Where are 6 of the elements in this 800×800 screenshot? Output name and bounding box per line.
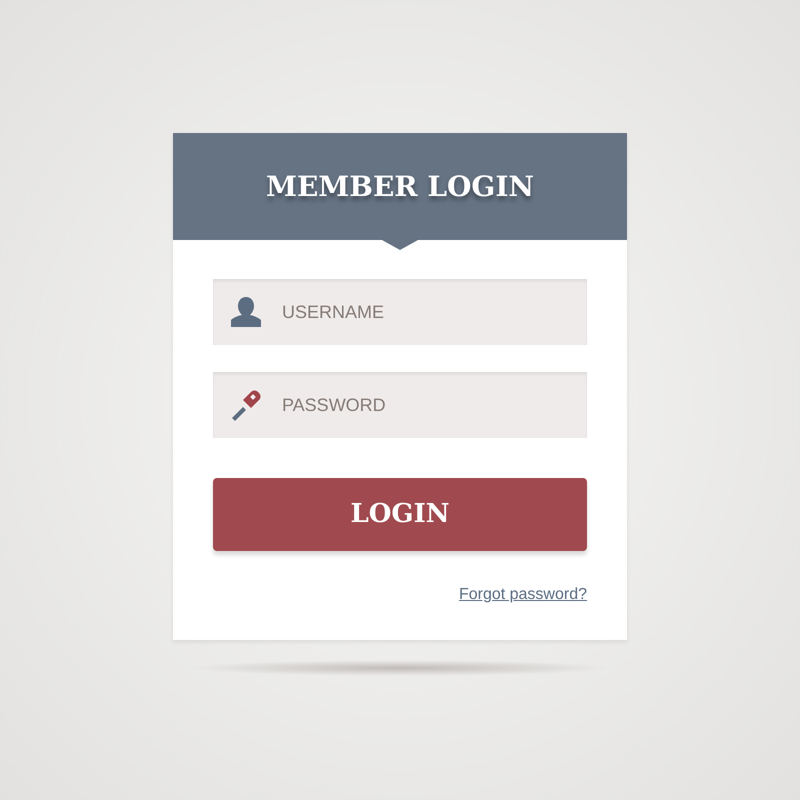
person-icon [229,295,263,329]
forgot-password-link[interactable]: Forgot password? [458,583,587,607]
password-field[interactable]: PASSWORD [213,372,587,438]
card-title: MEMBER LOGIN [266,168,534,204]
username-field[interactable]: USERNAME [213,279,587,345]
login-button[interactable]: LOGIN [213,478,587,551]
